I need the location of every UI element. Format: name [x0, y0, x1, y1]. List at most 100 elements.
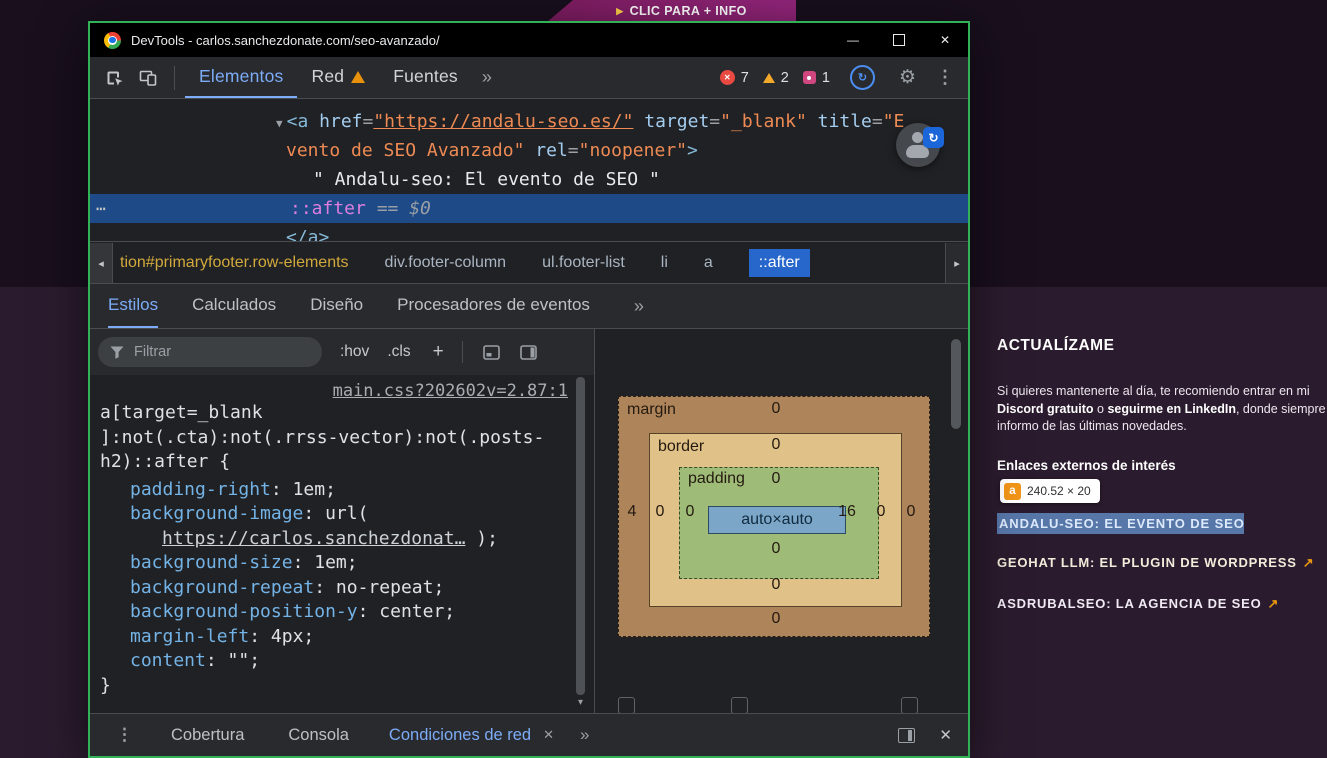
- new-style-rule-button[interactable]: +: [433, 341, 444, 363]
- tab-sources[interactable]: Fuentes: [379, 57, 472, 98]
- more-drawer-tabs-icon[interactable]: »: [580, 725, 589, 745]
- geohat-link[interactable]: GEOHAT LLM: EL PLUGIN DE WORDPRESS↗: [997, 555, 1314, 571]
- andalu-seo-link[interactable]: ANDALU-SEO: EL EVENTO DE SEO: [997, 513, 1244, 534]
- device-toolbar-icon[interactable]: [138, 68, 158, 88]
- css-selector-line[interactable]: a[target=_blank: [100, 401, 594, 426]
- minimize-button[interactable]: —: [830, 23, 876, 57]
- padding-left-value[interactable]: 0: [679, 503, 701, 521]
- close-drawer-icon[interactable]: ✕: [939, 726, 952, 744]
- issues-count[interactable]: 1: [822, 70, 830, 86]
- close-tab-icon[interactable]: ✕: [543, 727, 554, 743]
- breadcrumb-scroll-right[interactable]: ▸: [945, 243, 968, 283]
- issues-icon[interactable]: [803, 71, 816, 84]
- tab-layout[interactable]: Diseño: [310, 284, 363, 328]
- breadcrumb-item-a[interactable]: a: [704, 254, 713, 272]
- breadcrumb-item-after-selected[interactable]: ::after: [749, 249, 810, 277]
- breadcrumb-item-li[interactable]: li: [661, 254, 668, 272]
- collapse-arrow-icon[interactable]: ▼: [276, 117, 283, 130]
- margin-left-value[interactable]: 4: [621, 503, 643, 521]
- tab-computed[interactable]: Calculados: [192, 284, 276, 328]
- scrollbar-down-arrow[interactable]: ▾: [576, 697, 585, 708]
- css-property-value[interactable]: "";: [228, 650, 261, 671]
- attr-value-link[interactable]: "https://andalu-seo.es/": [373, 111, 633, 132]
- breadcrumb-item-ul[interactable]: ul.footer-list: [542, 254, 625, 272]
- border-bottom-value[interactable]: 0: [765, 576, 787, 594]
- stylesheet-source-link[interactable]: main.css?202602v=2.87:1: [333, 381, 568, 401]
- border-top-value[interactable]: 0: [765, 436, 787, 454]
- more-tabs-icon[interactable]: »: [634, 296, 644, 317]
- dom-node-close-tag[interactable]: </a>: [90, 223, 968, 241]
- dock-panel-icon[interactable]: [898, 728, 915, 743]
- css-url-link[interactable]: https://carlos.sanchezdonat…: [162, 528, 465, 549]
- css-property-name[interactable]: background-position-y: [130, 601, 358, 622]
- css-selector-line[interactable]: ]:not(.cta):not(.rrss-vector):not(.posts…: [100, 426, 594, 451]
- breadcrumb-item-div[interactable]: div.footer-column: [385, 254, 507, 272]
- dom-text-node[interactable]: " Andalu-seo: El evento de SEO ": [90, 165, 968, 194]
- computed-sidebar-toggle-icon[interactable]: [520, 345, 537, 360]
- more-tabs-icon[interactable]: »: [482, 67, 492, 88]
- more-actions-icon[interactable]: ⋯: [96, 194, 105, 223]
- toggle-element-state-button[interactable]: :hov: [340, 343, 369, 361]
- css-property-name[interactable]: margin-left: [130, 626, 249, 647]
- box-model-margin[interactable]: margin 0 0 0 0 0 0 4 0 0 16 0 0 border p…: [618, 396, 930, 637]
- css-property-name[interactable]: padding-right: [130, 479, 271, 500]
- styles-filter-input[interactable]: [132, 343, 310, 361]
- maximize-button[interactable]: [876, 23, 922, 57]
- breadcrumb-scroll-left[interactable]: ◂: [90, 243, 113, 283]
- error-icon[interactable]: ✕: [720, 70, 735, 85]
- rendering-emulation-icon[interactable]: [483, 345, 500, 360]
- inspect-element-icon[interactable]: [104, 68, 124, 88]
- css-property-name[interactable]: background-size: [130, 552, 293, 573]
- promo-ribbon[interactable]: ▶ CLIC PARA + INFO: [547, 0, 796, 22]
- linkedin-link[interactable]: seguirme en LinkedIn: [1107, 402, 1236, 416]
- css-property-value[interactable]: 1em;: [314, 552, 357, 573]
- close-button[interactable]: ✕: [922, 23, 968, 57]
- drawer-tab-console[interactable]: Consola: [288, 726, 349, 745]
- dom-node-selected-pseudo[interactable]: ⋯::after == $0: [90, 194, 968, 223]
- css-property-name[interactable]: background-image: [130, 503, 303, 524]
- styles-scrollbar[interactable]: [576, 377, 585, 695]
- warning-icon[interactable]: [763, 73, 775, 83]
- css-property-value[interactable]: url(: [325, 503, 368, 524]
- css-property-value[interactable]: 4px;: [271, 626, 314, 647]
- css-selector-line[interactable]: h2)::after {: [100, 450, 594, 475]
- asdrubalseo-link[interactable]: ASDRUBALSEO: LA AGENCIA DE SEO↗: [997, 596, 1279, 612]
- tab-styles[interactable]: Estilos: [108, 284, 158, 328]
- error-count[interactable]: 7: [741, 70, 749, 86]
- css-property-value[interactable]: 1em;: [293, 479, 336, 500]
- padding-right-value[interactable]: 16: [836, 503, 858, 521]
- margin-right-value[interactable]: 0: [900, 503, 922, 521]
- profile-sync-fab[interactable]: ↻: [896, 123, 940, 167]
- margin-bottom-value[interactable]: 0: [765, 610, 787, 628]
- settings-gear-icon[interactable]: ⚙: [899, 66, 916, 89]
- breadcrumb-item-section[interactable]: tion#primaryfooter.row-elements: [120, 254, 349, 272]
- box-model-scrollbar[interactable]: [951, 339, 961, 429]
- drawer-peek-icon[interactable]: [901, 697, 918, 713]
- drawer-peek-icon[interactable]: [731, 697, 748, 713]
- margin-top-value[interactable]: 0: [765, 400, 787, 418]
- css-property-name[interactable]: content: [130, 650, 206, 671]
- border-left-value[interactable]: 0: [649, 503, 671, 521]
- warning-count[interactable]: 2: [781, 70, 789, 86]
- padding-bottom-value[interactable]: 0: [765, 540, 787, 558]
- devtools-menu-icon[interactable]: ⋮: [936, 67, 954, 88]
- drawer-tab-network-conditions[interactable]: Condiciones de red: [389, 726, 531, 745]
- css-property-value[interactable]: center;: [379, 601, 455, 622]
- tab-event-listeners[interactable]: Procesadores de eventos: [397, 284, 590, 328]
- tab-elements[interactable]: Elementos: [185, 57, 297, 98]
- box-model-content[interactable]: auto×auto: [708, 506, 846, 534]
- discord-link[interactable]: Discord gratuito: [997, 402, 1094, 416]
- dom-node-open-tag[interactable]: ▼<a href="https://andalu-seo.es/" target…: [90, 107, 968, 136]
- tab-network[interactable]: Red: [297, 57, 379, 98]
- dom-node-open-tag-wrap[interactable]: vento de SEO Avanzado" rel="noopener">: [90, 136, 968, 165]
- sync-refresh-icon[interactable]: ↻: [850, 65, 875, 90]
- padding-top-value[interactable]: 0: [765, 470, 787, 488]
- css-property-name[interactable]: background-repeat: [130, 577, 314, 598]
- styles-filter[interactable]: [98, 337, 322, 367]
- devtools-titlebar[interactable]: DevTools - carlos.sanchezdonate.com/seo-…: [90, 23, 968, 57]
- drawer-menu-icon[interactable]: ⋮: [116, 725, 133, 745]
- css-property-value[interactable]: no-repeat;: [336, 577, 444, 598]
- border-right-value[interactable]: 0: [870, 503, 892, 521]
- element-classes-button[interactable]: .cls: [387, 343, 410, 361]
- drawer-peek-icon[interactable]: [618, 697, 635, 713]
